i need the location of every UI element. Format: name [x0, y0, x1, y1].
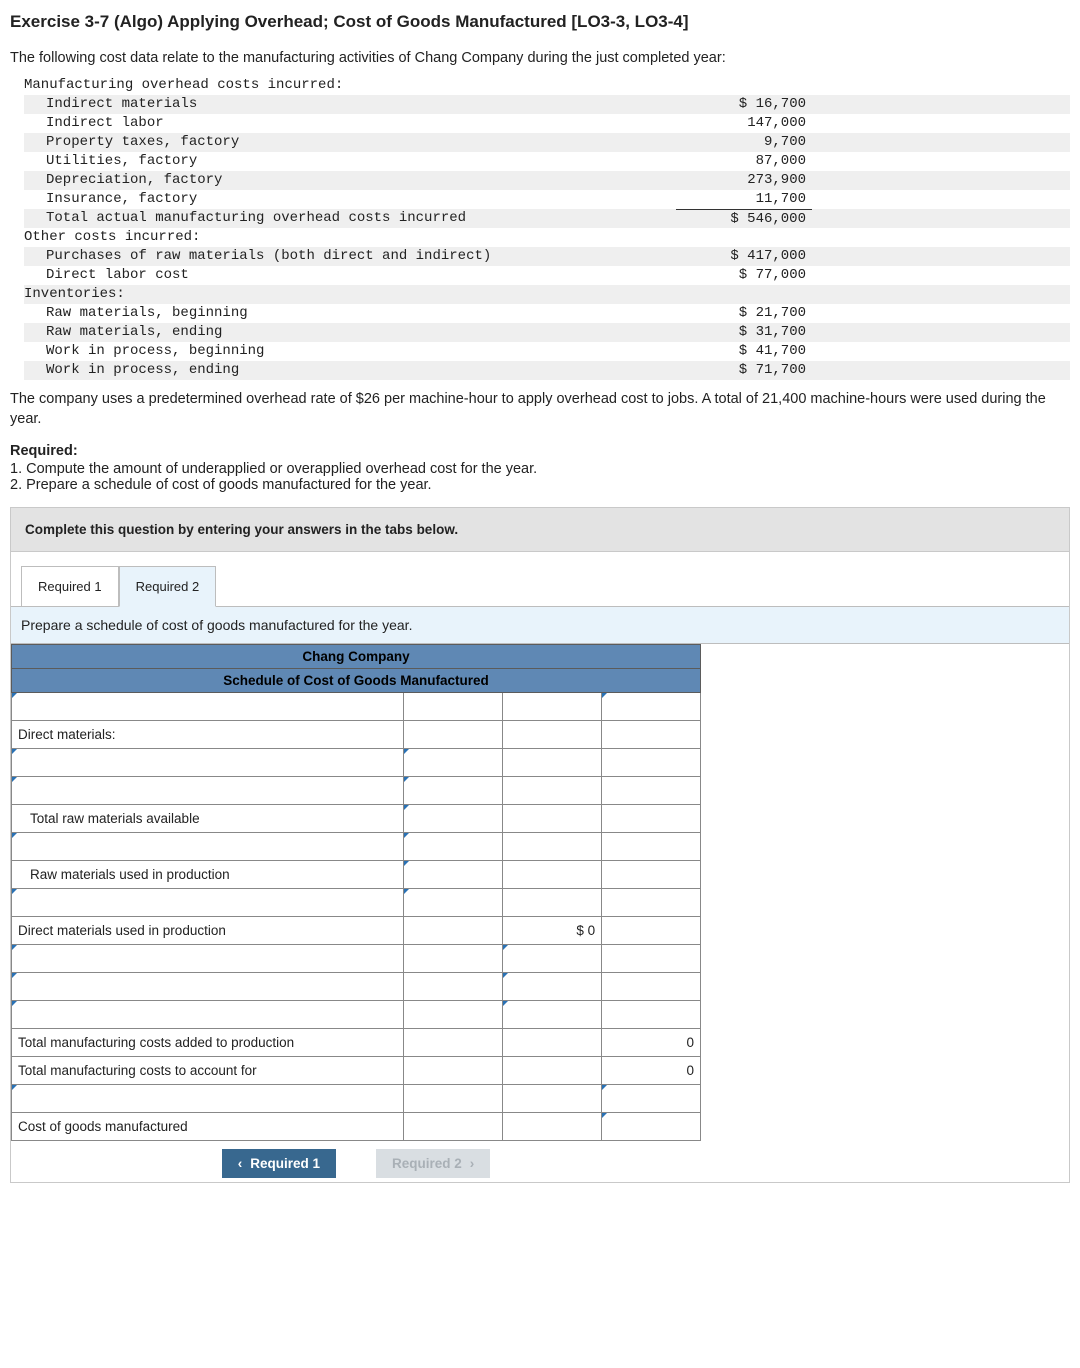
- line-item: Insurance, factory: [24, 190, 676, 209]
- tab-required-2[interactable]: Required 2: [119, 566, 217, 607]
- cost-data-block: Manufacturing overhead costs incurred: I…: [24, 76, 1070, 380]
- line-value: $ 71,700: [676, 361, 812, 380]
- line-value: $ 546,000: [676, 209, 812, 229]
- table-row: Total manufacturing costs to account for…: [12, 1057, 701, 1085]
- line-item: Raw materials, beginning: [24, 304, 676, 323]
- line-value: 87,000: [676, 152, 812, 171]
- line-value: 9,700: [676, 133, 812, 152]
- tab-required-1[interactable]: Required 1: [21, 566, 119, 607]
- table-header-title: Schedule of Cost of Goods Manufactured: [12, 669, 701, 693]
- amount-input[interactable]: [404, 805, 503, 833]
- table-row: Total raw materials available: [12, 805, 701, 833]
- amount-input[interactable]: [602, 1113, 701, 1141]
- row-label: Total manufacturing costs added to produ…: [12, 1031, 403, 1054]
- table-row: Raw materials used in production: [12, 861, 701, 889]
- line-item: Property taxes, factory: [24, 133, 676, 152]
- table-header-company: Chang Company: [12, 645, 701, 669]
- line-item: Raw materials, ending: [24, 323, 676, 342]
- line-value: 147,000: [676, 114, 812, 133]
- amount-input[interactable]: [503, 973, 602, 1001]
- amount-input[interactable]: [503, 945, 602, 973]
- schedule-table: Chang Company Schedule of Cost of Goods …: [11, 644, 701, 1141]
- table-row: Total manufacturing costs added to produ…: [12, 1029, 701, 1057]
- row-label: Direct materials used in production: [12, 919, 403, 942]
- exercise-title: Exercise 3-7 (Algo) Applying Overhead; C…: [10, 12, 1070, 32]
- amount-input[interactable]: [602, 1085, 701, 1113]
- required-heading: Required:: [10, 443, 1070, 459]
- answer-instruction: Complete this question by entering your …: [11, 508, 1069, 552]
- label-input[interactable]: [12, 973, 404, 1001]
- label-input[interactable]: [12, 693, 404, 721]
- prev-button[interactable]: ‹ Required 1: [222, 1149, 336, 1178]
- amount-input[interactable]: [404, 889, 503, 917]
- required-item-1: 1. Compute the amount of underapplied or…: [10, 461, 1070, 477]
- table-row: [12, 889, 701, 917]
- line-item: Purchases of raw materials (both direct …: [24, 247, 676, 266]
- table-row: Direct materials used in production $ 0: [12, 917, 701, 945]
- computed-value: 0: [602, 1031, 700, 1054]
- table-row: [12, 1085, 701, 1113]
- amount-input[interactable]: [602, 693, 701, 721]
- line-item: Utilities, factory: [24, 152, 676, 171]
- amount-input[interactable]: [503, 1001, 602, 1029]
- section-head: Inventories:: [24, 285, 654, 304]
- label-input[interactable]: [12, 1085, 404, 1113]
- answer-area: Complete this question by entering your …: [10, 507, 1070, 1183]
- section-head: Manufacturing overhead costs incurred:: [24, 76, 654, 95]
- row-label: Raw materials used in production: [12, 863, 403, 886]
- line-item: Depreciation, factory: [24, 171, 676, 190]
- row-label: Total manufacturing costs to account for: [12, 1059, 403, 1082]
- next-label: Required 2: [392, 1156, 462, 1171]
- chevron-left-icon: ‹: [238, 1156, 243, 1171]
- line-value: $ 31,700: [676, 323, 812, 342]
- label-input[interactable]: [12, 749, 404, 777]
- line-item: Work in process, beginning: [24, 342, 676, 361]
- computed-value: 0: [602, 1059, 700, 1082]
- label-input[interactable]: [12, 1001, 404, 1029]
- line-item: Direct labor cost: [24, 266, 676, 285]
- line-item: Indirect labor: [24, 114, 676, 133]
- overhead-rate-text: The company uses a predetermined overhea…: [10, 390, 1070, 429]
- table-row: [12, 945, 701, 973]
- line-item: Total actual manufacturing overhead cost…: [24, 209, 676, 228]
- section-head: Other costs incurred:: [24, 228, 654, 247]
- line-value: $ 77,000: [676, 266, 812, 285]
- row-label: Cost of goods manufactured: [12, 1115, 403, 1138]
- label-input[interactable]: [12, 945, 404, 973]
- table-row: Direct materials:: [12, 721, 701, 749]
- row-label: Direct materials:: [12, 723, 403, 746]
- line-item: Work in process, ending: [24, 361, 676, 380]
- table-row: [12, 693, 701, 721]
- required-item-2: 2. Prepare a schedule of cost of goods m…: [10, 477, 1070, 493]
- table-row: [12, 833, 701, 861]
- table-row: [12, 777, 701, 805]
- table-row: [12, 749, 701, 777]
- nav-row: ‹ Required 1 Required 2 ›: [11, 1141, 701, 1182]
- label-input[interactable]: [12, 833, 404, 861]
- intro-text: The following cost data relate to the ma…: [10, 50, 1070, 66]
- amount-input[interactable]: [404, 777, 503, 805]
- tab-instruction: Prepare a schedule of cost of goods manu…: [11, 606, 1069, 644]
- table-row: Cost of goods manufactured: [12, 1113, 701, 1141]
- line-value: $ 41,700: [676, 342, 812, 361]
- prev-label: Required 1: [250, 1156, 320, 1171]
- line-value: $ 16,700: [676, 95, 812, 114]
- amount-input[interactable]: [404, 861, 503, 889]
- line-value: $ 21,700: [676, 304, 812, 323]
- line-item: Indirect materials: [24, 95, 676, 114]
- line-value: 273,900: [676, 171, 812, 190]
- table-row: [12, 973, 701, 1001]
- computed-value: $ 0: [503, 919, 601, 942]
- table-row: [12, 1001, 701, 1029]
- tabs-row: Required 1 Required 2: [11, 552, 1069, 606]
- row-label: Total raw materials available: [12, 807, 403, 830]
- line-value: $ 417,000: [676, 247, 812, 266]
- line-value: 11,700: [676, 190, 812, 209]
- next-button[interactable]: Required 2 ›: [376, 1149, 490, 1178]
- label-input[interactable]: [12, 889, 404, 917]
- chevron-right-icon: ›: [470, 1156, 475, 1171]
- amount-input[interactable]: [404, 833, 503, 861]
- amount-input[interactable]: [404, 749, 503, 777]
- label-input[interactable]: [12, 777, 404, 805]
